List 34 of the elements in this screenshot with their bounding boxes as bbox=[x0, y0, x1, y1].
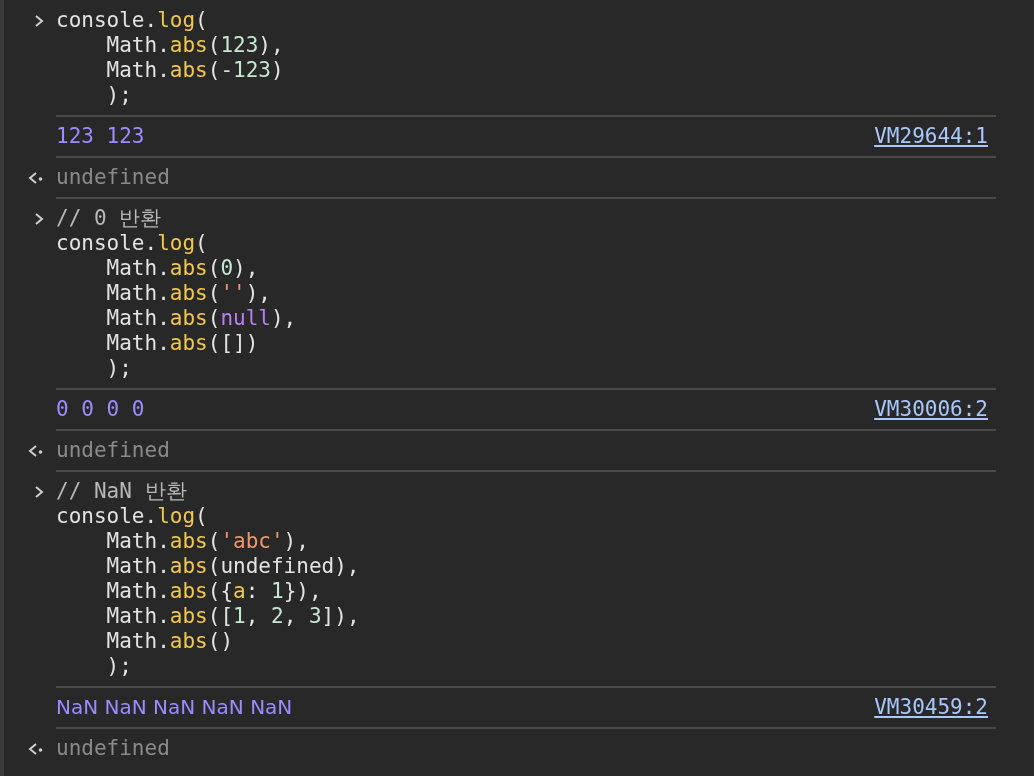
code-line: Math.abs({a: 1}), bbox=[105, 579, 323, 604]
code-line: // 0 반환 bbox=[56, 206, 163, 231]
source-link[interactable]: VM30459:2 bbox=[874, 695, 988, 720]
log-output: 123 123 bbox=[56, 124, 146, 149]
source-link[interactable]: VM29644:1 bbox=[874, 124, 988, 149]
return-value: undefined bbox=[56, 438, 170, 463]
code-line: Math.abs(undefined), bbox=[105, 554, 360, 579]
code-line: Math.abs(123), bbox=[105, 33, 284, 58]
code-line: Math.abs(-123) bbox=[105, 58, 284, 83]
source-link[interactable]: VM30006:2 bbox=[874, 397, 988, 422]
return-arrow-icon bbox=[28, 443, 44, 458]
code-line: ); bbox=[105, 654, 133, 679]
code-line: console.log( bbox=[56, 504, 209, 529]
prompt-chevron-icon bbox=[34, 13, 44, 28]
code-line: // NaN 반환 bbox=[56, 479, 188, 504]
log-output: 0 0 0 0 bbox=[56, 397, 146, 422]
return-value: undefined bbox=[56, 736, 170, 761]
code-line: Math.abs() bbox=[105, 629, 235, 654]
code-line: console.log( bbox=[56, 8, 209, 33]
code-line: Math.abs([]) bbox=[105, 331, 260, 356]
code-line: Math.abs(''), bbox=[105, 281, 272, 306]
code-line: Math.abs(null), bbox=[105, 306, 297, 331]
code-line: console.log( bbox=[56, 231, 209, 256]
code-line: Math.abs(0), bbox=[105, 256, 260, 281]
code-line: ); bbox=[105, 356, 133, 381]
prompt-chevron-icon bbox=[34, 484, 44, 499]
code-line: Math.abs('abc'), bbox=[105, 529, 310, 554]
log-output: NaN NaN NaN NaN NaN bbox=[56, 695, 294, 720]
return-arrow-icon bbox=[28, 170, 44, 185]
prompt-chevron-icon bbox=[34, 211, 44, 226]
code-line: ); bbox=[105, 83, 133, 108]
return-value: undefined bbox=[56, 165, 170, 190]
code-line: Math.abs([1, 2, 3]), bbox=[105, 604, 360, 629]
return-arrow-icon bbox=[28, 741, 44, 756]
